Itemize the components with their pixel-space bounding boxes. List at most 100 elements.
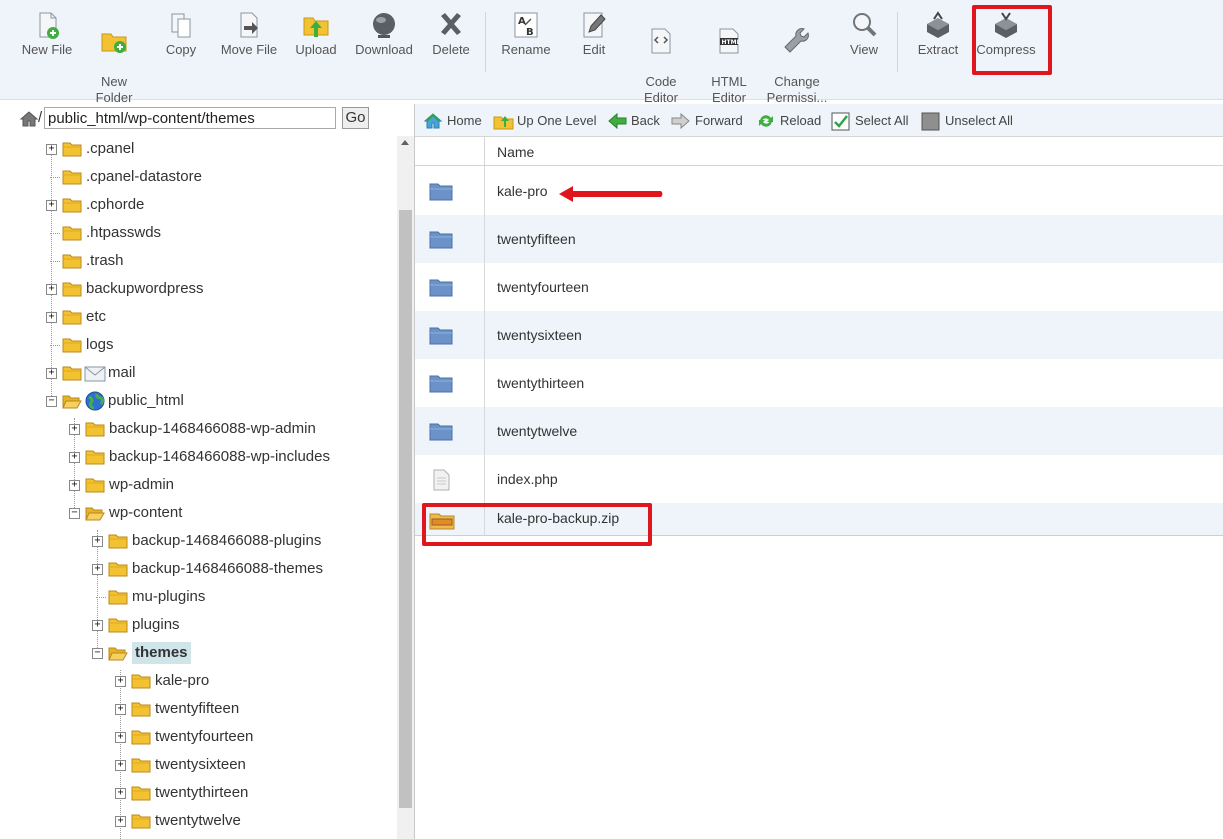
expand-toggle-icon[interactable]: + — [92, 536, 103, 547]
collapse-toggle-icon[interactable]: − — [69, 508, 80, 519]
expand-toggle-icon[interactable]: + — [46, 284, 57, 295]
scroll-up-arrow-icon[interactable] — [401, 140, 409, 145]
tree-node[interactable]: + backupwordpress — [46, 278, 397, 300]
tree-node[interactable]: + twentysixteen — [115, 754, 397, 776]
tree-node[interactable]: logs — [46, 334, 397, 356]
file-name[interactable]: twentythirteen — [497, 375, 584, 391]
extract-button[interactable]: Extract — [912, 10, 964, 58]
go-button[interactable]: Go — [342, 107, 369, 129]
tree-node-label: twentytwelve — [155, 812, 241, 829]
tree-node[interactable]: − themes — [92, 642, 397, 664]
expand-toggle-icon[interactable]: + — [115, 676, 126, 687]
code-editor-button[interactable]: Code Editor — [634, 10, 688, 106]
change-permissions-button[interactable]: Change Permissi... — [764, 10, 830, 106]
tree-node[interactable]: − public_html — [46, 390, 397, 412]
tree-node[interactable]: + twentyfourteen — [115, 726, 397, 748]
tree-node[interactable]: + etc — [46, 306, 397, 328]
tree-node[interactable]: + backup-1468466088-wp-admin — [69, 418, 397, 440]
nav-forward-label: Forward — [695, 113, 743, 128]
rename-button[interactable]: A B Rename — [500, 10, 552, 58]
scrollbar-thumb[interactable] — [399, 210, 412, 808]
nav-forward-button[interactable]: Forward — [671, 111, 753, 131]
tree-node[interactable]: .cpanel-datastore — [46, 166, 397, 188]
expand-toggle-icon[interactable]: + — [69, 452, 80, 463]
file-row[interactable]: twentythirteen — [415, 359, 1223, 407]
rename-label: Rename — [501, 42, 551, 57]
tree-node-label: themes — [132, 642, 191, 664]
nav-unselect-all-button[interactable]: Unselect All — [921, 111, 1023, 131]
tree-node[interactable]: + twentyfifteen — [115, 698, 397, 720]
path-input[interactable] — [44, 107, 336, 129]
file-name[interactable]: index.php — [497, 471, 558, 487]
tree-node[interactable]: .trash — [46, 250, 397, 272]
file-row[interactable]: twentytwelve — [415, 407, 1223, 455]
view-button[interactable]: View — [842, 10, 886, 58]
collapse-toggle-icon[interactable]: − — [46, 396, 57, 407]
file-name[interactable]: twentysixteen — [497, 327, 582, 343]
expand-toggle-icon[interactable]: + — [115, 760, 126, 771]
tree-node-label: backup-1468466088-plugins — [132, 532, 322, 549]
move-file-button[interactable]: Move File — [218, 10, 280, 58]
change-permissions-label: Change Permissi... — [766, 74, 828, 105]
file-name[interactable]: twentytwelve — [497, 423, 577, 439]
delete-button[interactable]: Delete — [428, 10, 474, 58]
tree-scrollbar[interactable] — [397, 136, 414, 839]
nav-back-button[interactable]: Back — [607, 111, 671, 131]
home-icon[interactable] — [19, 110, 39, 128]
tree-node[interactable]: + backup-1468466088-themes — [92, 558, 397, 580]
tree-node[interactable]: mu-plugins — [92, 586, 397, 608]
expand-toggle-icon[interactable]: + — [115, 704, 126, 715]
expand-toggle-icon[interactable]: + — [115, 816, 126, 827]
nav-up-one-level-button[interactable]: Up One Level — [493, 111, 603, 131]
tree-node[interactable]: .htpasswds — [46, 222, 397, 244]
expand-toggle-icon[interactable]: + — [69, 424, 80, 435]
file-type-icon — [429, 373, 453, 396]
collapse-toggle-icon[interactable]: − — [92, 648, 103, 659]
new-file-button[interactable]: New File — [18, 10, 76, 58]
folder-icon — [62, 142, 82, 157]
tree-node[interactable]: + twentythirteen — [115, 782, 397, 804]
expand-toggle-icon[interactable]: + — [46, 368, 57, 379]
tree-node[interactable]: + twentytwelve — [115, 810, 397, 832]
new-folder-button[interactable]: New Folder — [90, 10, 138, 106]
tree-node[interactable]: + .cpanel — [46, 138, 397, 160]
file-name[interactable]: twentyfifteen — [497, 231, 576, 247]
file-row[interactable]: twentyfifteen — [415, 215, 1223, 263]
html-editor-button[interactable]: HTML HTML Editor — [702, 10, 756, 106]
expand-toggle-icon[interactable]: + — [46, 200, 57, 211]
tree-node-label: plugins — [132, 616, 180, 633]
tree-node[interactable]: + plugins — [92, 614, 397, 636]
folder-icon — [85, 422, 105, 437]
tree-node[interactable]: − wp-content — [69, 502, 397, 524]
edit-button[interactable]: Edit — [574, 10, 614, 58]
expand-toggle-icon[interactable]: + — [46, 144, 57, 155]
expand-toggle-icon[interactable]: + — [115, 732, 126, 743]
file-row[interactable]: twentysixteen — [415, 311, 1223, 359]
nav-select-all-button[interactable]: Select All — [831, 111, 921, 131]
tree-node[interactable]: + backup-1468466088-wp-includes — [69, 446, 397, 468]
folder-icon — [131, 786, 151, 801]
copy-button[interactable]: Copy — [158, 10, 204, 58]
file-row[interactable]: kale-pro — [415, 167, 1223, 215]
nav-home-button[interactable]: Home — [423, 111, 495, 131]
tree-node-label: .cpanel-datastore — [86, 168, 202, 185]
tree-node[interactable]: + wp-admin — [69, 474, 397, 496]
nav-reload-button[interactable]: Reload — [756, 111, 826, 131]
expand-toggle-icon[interactable]: + — [92, 564, 103, 575]
tree-node-label: twentyfourteen — [155, 728, 254, 745]
download-button[interactable]: Download — [352, 10, 416, 58]
expand-toggle-icon[interactable]: + — [69, 480, 80, 491]
expand-toggle-icon[interactable]: + — [115, 788, 126, 799]
name-column-header[interactable]: Name — [497, 144, 534, 160]
tree-node[interactable]: + backup-1468466088-plugins — [92, 530, 397, 552]
upload-button[interactable]: Upload — [292, 10, 340, 58]
file-row[interactable]: twentyfourteen — [415, 263, 1223, 311]
expand-toggle-icon[interactable]: + — [46, 312, 57, 323]
file-row[interactable]: index.php — [415, 455, 1223, 503]
tree-node[interactable]: + .cphorde — [46, 194, 397, 216]
expand-toggle-icon[interactable]: + — [92, 620, 103, 631]
tree-node[interactable]: + kale-pro — [115, 670, 397, 692]
file-name[interactable]: twentyfourteen — [497, 279, 589, 295]
file-name[interactable]: kale-pro — [497, 183, 548, 199]
tree-node[interactable]: + mail — [46, 362, 397, 384]
